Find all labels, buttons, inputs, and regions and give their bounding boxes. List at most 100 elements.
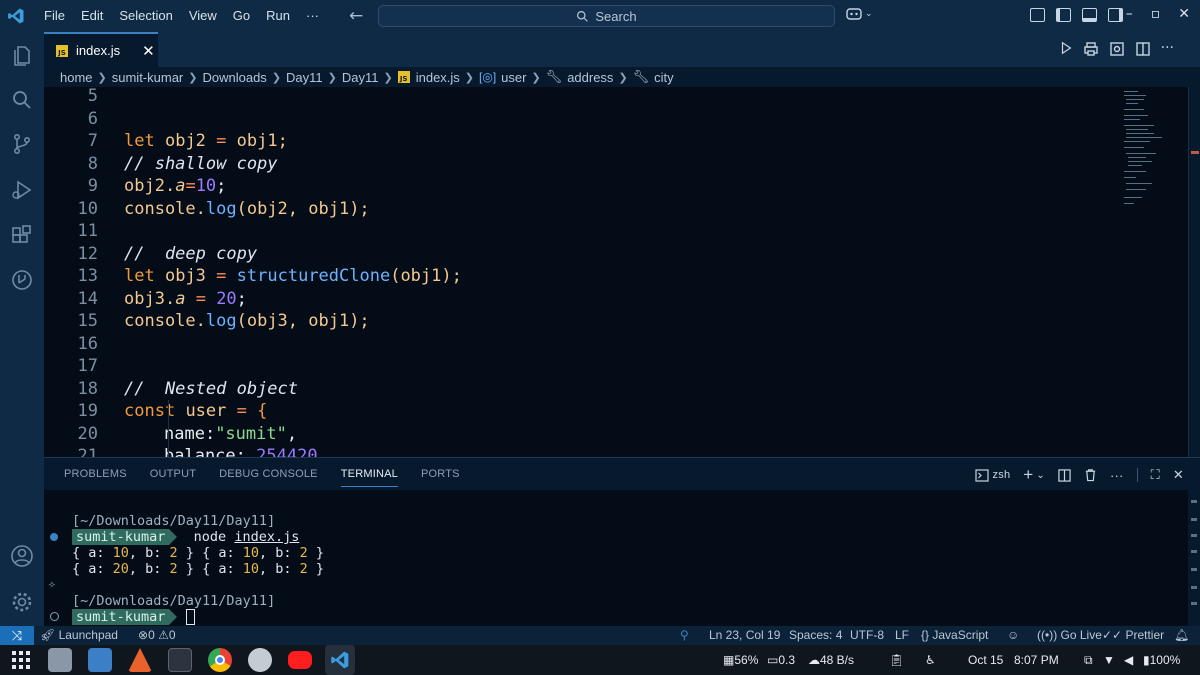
settings-gear-icon[interactable] [10,590,34,614]
trash-icon[interactable] [1084,468,1097,482]
end-of-line[interactable]: LF [895,628,909,642]
indentation[interactable]: Spaces: 4 [789,628,842,642]
problems-indicator[interactable]: ⊗0 ⚠0 [138,628,176,642]
app-launcher-icon[interactable] [9,648,33,672]
menu-file[interactable]: File [36,0,73,32]
code-editor[interactable]: 5 6 let obj2 = obj1; 7 // shallow copy 8… [44,87,1189,457]
go-live-button[interactable]: ((•)) Go Live [1037,628,1102,642]
tab-terminal[interactable]: TERMINAL [340,468,398,487]
back-arrow-icon[interactable]: ← [349,6,363,26]
run-code-icon[interactable] [1059,41,1073,55]
wifi-icon[interactable]: ▼ [1103,653,1115,667]
javascript-file-icon: JS [397,71,410,83]
toggle-primary-sidebar-icon[interactable] [1056,8,1071,22]
toggle-panel-icon[interactable] [1082,8,1097,22]
vscode-logo-icon[interactable] [0,0,32,32]
split-editor-icon[interactable] [1135,41,1151,57]
terminal-command: node [193,529,227,545]
breadcrumb-symbol-city[interactable]: city [654,70,674,85]
breadcrumb-day11-sub[interactable]: Day11 [342,70,379,85]
volume-icon[interactable]: ◀︎ [1124,653,1133,667]
double-check-icon: ✓✓ [1102,628,1123,642]
close-tab-icon[interactable]: ✕ [142,42,155,60]
menu-view[interactable]: View [181,0,225,32]
more-actions-icon[interactable]: ··· [1161,41,1174,57]
chevron-down-icon[interactable]: ⌄ [1036,470,1045,481]
breadcrumb: home ❯ sumit-kumar ❯ Downloads ❯ Day11 ❯ Day… [44,67,1200,87]
network-speed[interactable]: ☁48 B/s [808,653,854,667]
extensions-icon[interactable] [10,224,34,248]
customize-layout-icon[interactable] [1030,8,1045,22]
launchpad-item[interactable]: 🚀︎ Launchpad [40,628,118,642]
copilot-button[interactable]: ⌄ [846,7,873,21]
text-editor-icon[interactable] [88,648,112,672]
maximize-panel-icon[interactable]: ⛶ [1151,467,1160,483]
menu-more[interactable]: ··· [298,0,327,32]
minimize-icon[interactable]: – [1126,6,1133,22]
copilot-status-icon[interactable]: ☺ [1007,628,1019,642]
breadcrumb-day11[interactable]: Day11 [286,70,323,85]
prettier-button[interactable]: ✓✓ Prettier [1102,628,1164,642]
run-debug-icon[interactable] [10,178,34,202]
close-window-icon[interactable]: ✕ [1178,6,1190,22]
file-manager-icon[interactable] [48,648,72,672]
tab-output[interactable]: OUTPUT [150,468,196,480]
menu-edit[interactable]: Edit [73,0,111,32]
accessibility-icon[interactable]: ♿︎ [925,653,936,667]
terminal-scrollbar[interactable] [1188,490,1200,627]
accounts-icon[interactable] [10,544,34,568]
youtube-icon[interactable] [288,651,312,669]
search-view-icon[interactable] [10,88,34,112]
time[interactable]: 8:07 PM [1014,653,1059,667]
close-panel-icon[interactable]: ✕ [1173,467,1184,483]
explorer-icon[interactable] [10,44,34,68]
cpu-usage[interactable]: ▦56% [723,653,758,667]
breadcrumb-user-folder[interactable]: sumit-kumar [112,70,184,85]
terminal-shell-selector[interactable]: zsh [974,468,1011,482]
open-preview-icon[interactable] [1109,41,1125,57]
terminal-app-icon[interactable] [168,648,192,672]
toggle-secondary-sidebar-icon[interactable] [1108,8,1123,22]
breadcrumb-home[interactable]: home [60,70,93,85]
menu-run[interactable]: Run [258,0,298,32]
minimap[interactable] [1120,87,1185,457]
split-terminal-icon[interactable] [1058,468,1071,482]
zoom-search-icon[interactable]: ⚲ [680,628,689,642]
software-center-icon[interactable] [128,648,152,672]
breadcrumb-file[interactable]: index.js [416,70,460,85]
clipboard-icon[interactable]: 📋︎ [889,653,904,667]
terminal-output[interactable]: [~/Downloads/Day11/Day11] sumit-kumar no… [44,490,1188,627]
battery-status[interactable]: ▮100% [1143,653,1180,667]
tab-problems[interactable]: PROBLEMS [64,468,127,480]
system-load[interactable]: ▭0.3 [767,653,795,667]
tab-ports[interactable]: PORTS [421,468,460,480]
menu-selection[interactable]: Selection [111,0,180,32]
command-center-search[interactable]: Search [378,5,835,27]
new-terminal-icon[interactable]: + [1023,465,1033,485]
language-mode[interactable]: {} JavaScript [921,628,988,642]
remote-indicator-icon[interactable]: ⤨ [0,626,34,645]
print-icon[interactable] [1083,41,1099,57]
notifications-bell-icon[interactable]: 🔔︎ [1174,628,1189,642]
breadcrumb-symbol-address[interactable]: address [567,70,613,85]
remote-explorer-icon[interactable] [10,268,34,292]
sparkle-icon[interactable]: ✧ [48,577,56,592]
tab-debug-console[interactable]: DEBUG CONSOLE [219,468,318,480]
screen-share-icon[interactable]: ⧉ [1084,653,1093,668]
date[interactable]: Oct 15 [968,653,1003,667]
restore-icon[interactable]: ▫ [1151,6,1161,22]
menu-go[interactable]: Go [225,0,258,32]
line-number: 17 [77,356,98,376]
more-actions-icon[interactable]: ··· [1110,468,1124,483]
cursor-position[interactable]: Ln 23, Col 19 [709,628,780,642]
editor-scrollbar[interactable] [1188,87,1200,457]
chrome-icon[interactable] [208,648,232,672]
source-control-icon[interactable] [10,132,34,156]
line-number: 13 [77,266,98,286]
vscode-taskbar-icon[interactable] [325,645,355,675]
breadcrumb-downloads[interactable]: Downloads [202,70,266,85]
settings-app-icon[interactable] [248,648,272,672]
encoding[interactable]: UTF-8 [850,628,884,642]
tab-index-js[interactable]: JS index.js ✕ [44,32,158,67]
breadcrumb-symbol-user[interactable]: user [501,70,526,85]
